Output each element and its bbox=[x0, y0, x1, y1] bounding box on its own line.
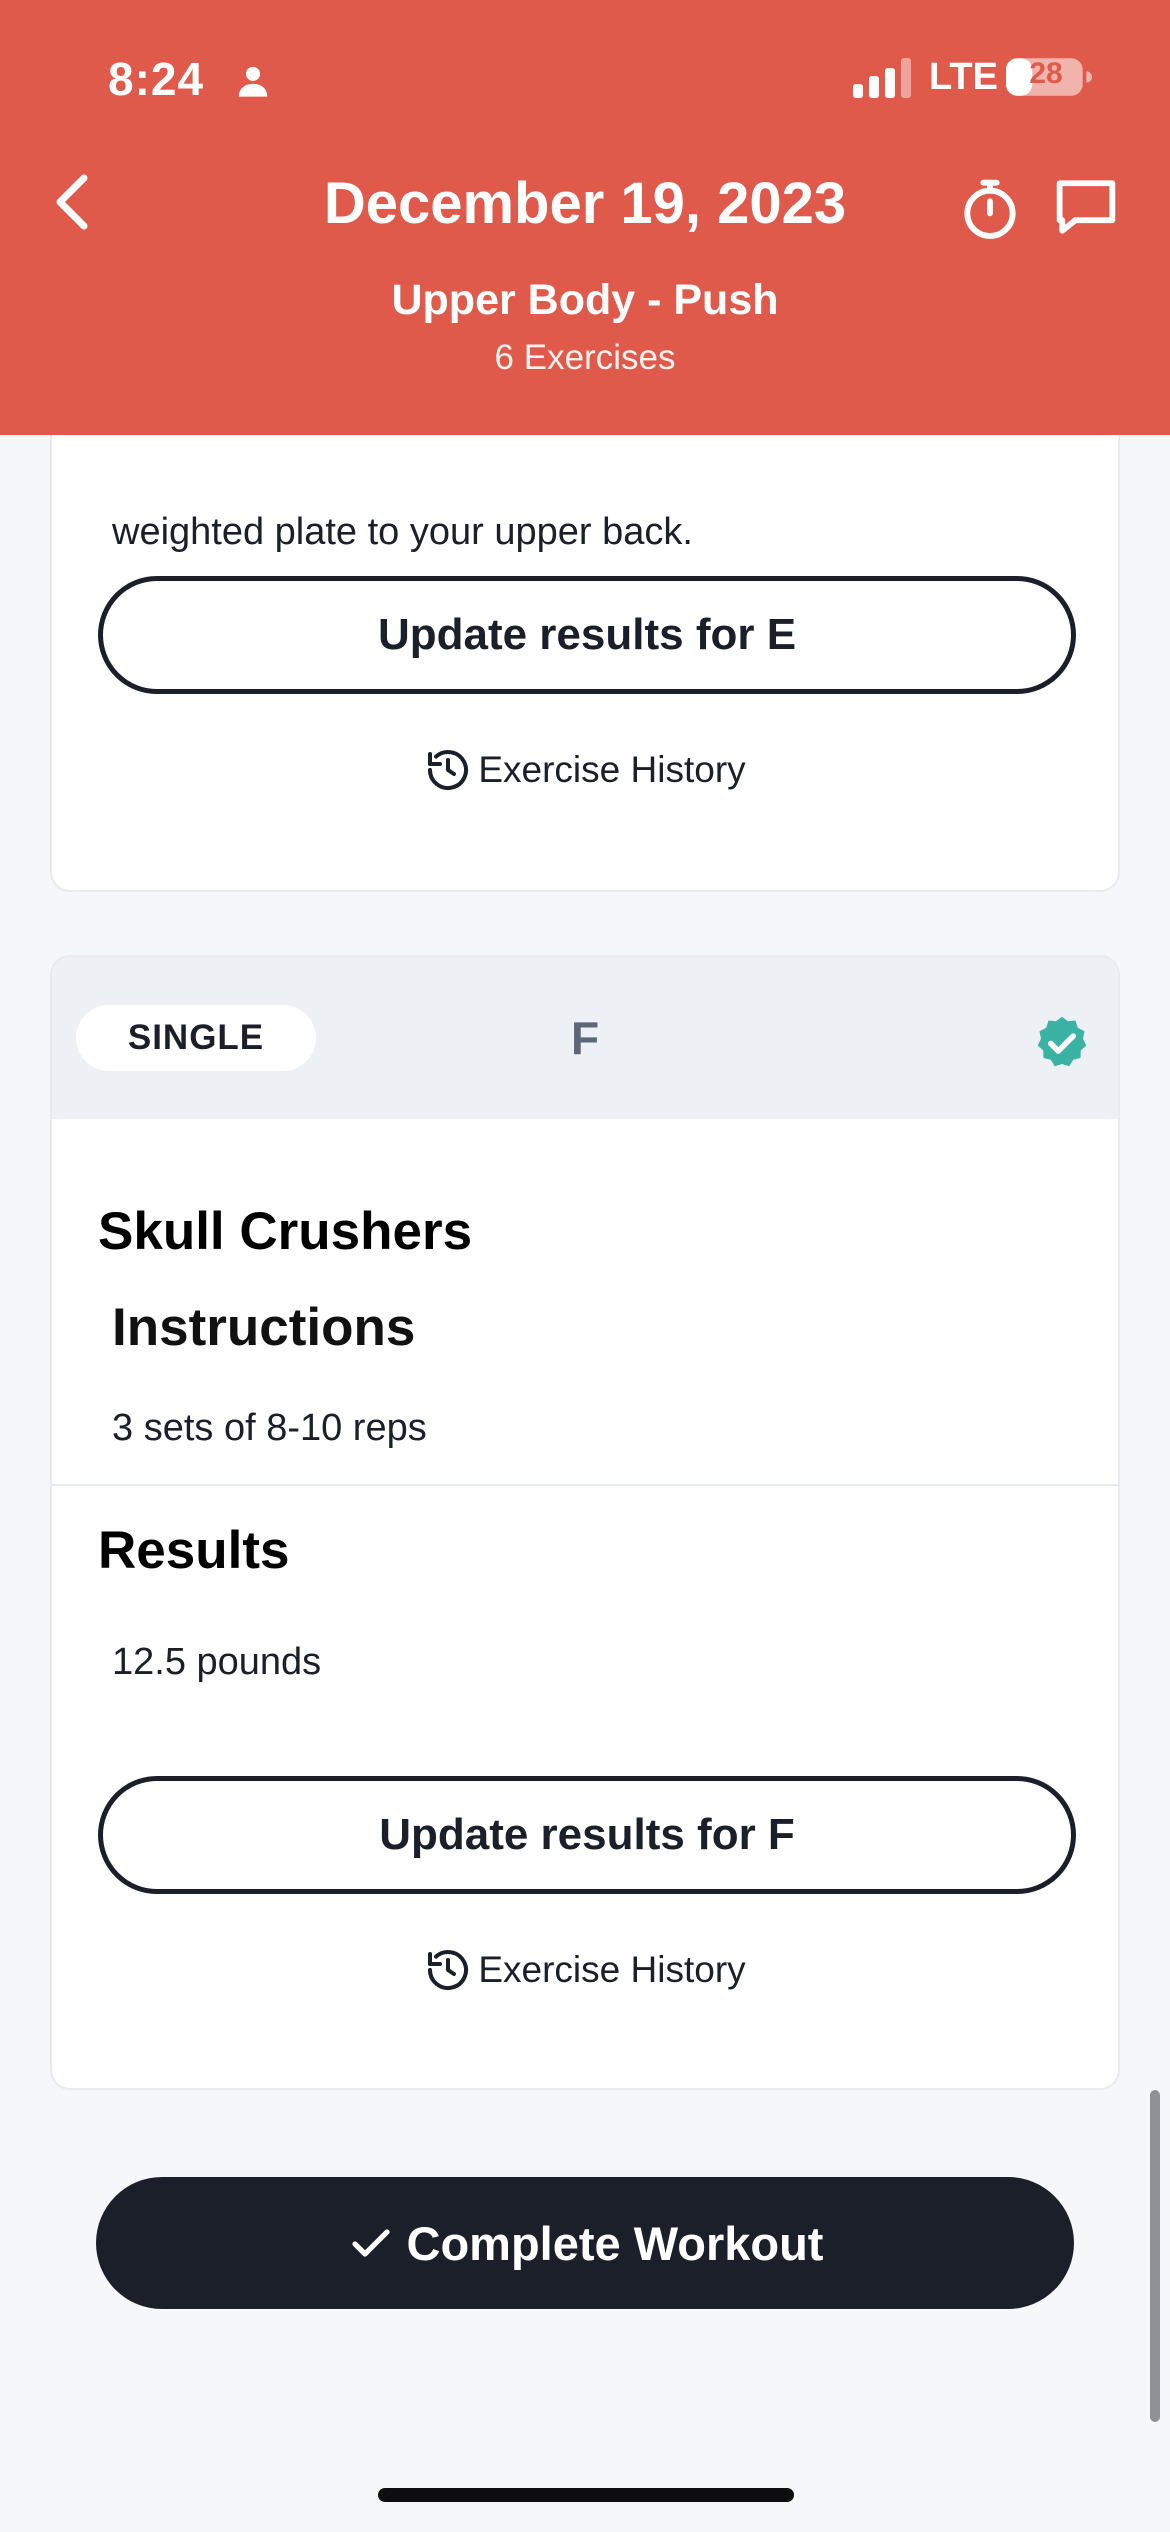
complete-workout-label: Complete Workout bbox=[406, 2216, 824, 2270]
timer-icon[interactable] bbox=[958, 176, 1022, 240]
complete-workout-button[interactable]: Complete Workout bbox=[96, 2177, 1074, 2309]
chat-icon[interactable] bbox=[1054, 178, 1118, 236]
divider bbox=[52, 1484, 1118, 1486]
exercise-history-label: Exercise History bbox=[478, 1949, 746, 1990]
exercise-description: placeholder line weighted plate to your … bbox=[112, 511, 693, 553]
exercise-card-f: SINGLE F Skull Crushers Instructions 3 s… bbox=[50, 955, 1120, 2090]
history-icon bbox=[428, 750, 469, 791]
scrollbar[interactable] bbox=[1150, 2090, 1160, 2422]
status-bar: 8:24 LTE 28 bbox=[0, 52, 1170, 112]
instructions-heading: Instructions bbox=[112, 1298, 416, 1357]
checkmark-icon bbox=[351, 2229, 390, 2257]
app-header: 8:24 LTE 28 December 19, 2023 Upper Body… bbox=[0, 0, 1170, 435]
exercise-history-link-f[interactable]: Exercise History bbox=[52, 1946, 1118, 1994]
results-text: 12.5 pounds bbox=[112, 1641, 322, 1683]
check-badge-icon bbox=[1037, 1016, 1087, 1067]
exercise-letter: F bbox=[570, 1012, 600, 1064]
person-icon bbox=[238, 66, 268, 97]
signal-icon bbox=[853, 58, 911, 98]
status-time: 8:24 bbox=[108, 53, 205, 105]
exercise-history-label: Exercise History bbox=[478, 749, 746, 790]
battery-level: 28 bbox=[1029, 57, 1063, 90]
update-results-e-button[interactable]: Update results for E bbox=[98, 576, 1076, 694]
history-icon bbox=[428, 1950, 469, 1991]
update-results-f-button[interactable]: Update results for F bbox=[98, 1776, 1076, 1894]
exercise-card-header: SINGLE F bbox=[52, 957, 1118, 1119]
workout-name: Upper Body - Push bbox=[391, 276, 779, 324]
exercise-name: Skull Crushers bbox=[98, 1202, 473, 1261]
instructions-text: 3 sets of 8-10 reps bbox=[112, 1407, 427, 1449]
results-heading: Results bbox=[98, 1521, 290, 1580]
exercise-count: 6 Exercises bbox=[494, 338, 676, 377]
exercise-history-link-e[interactable]: Exercise History bbox=[52, 746, 1118, 794]
home-indicator[interactable] bbox=[378, 2488, 794, 2502]
network-type: LTE bbox=[929, 56, 998, 98]
exercise-card-e: placeholder line weighted plate to your … bbox=[50, 360, 1120, 892]
